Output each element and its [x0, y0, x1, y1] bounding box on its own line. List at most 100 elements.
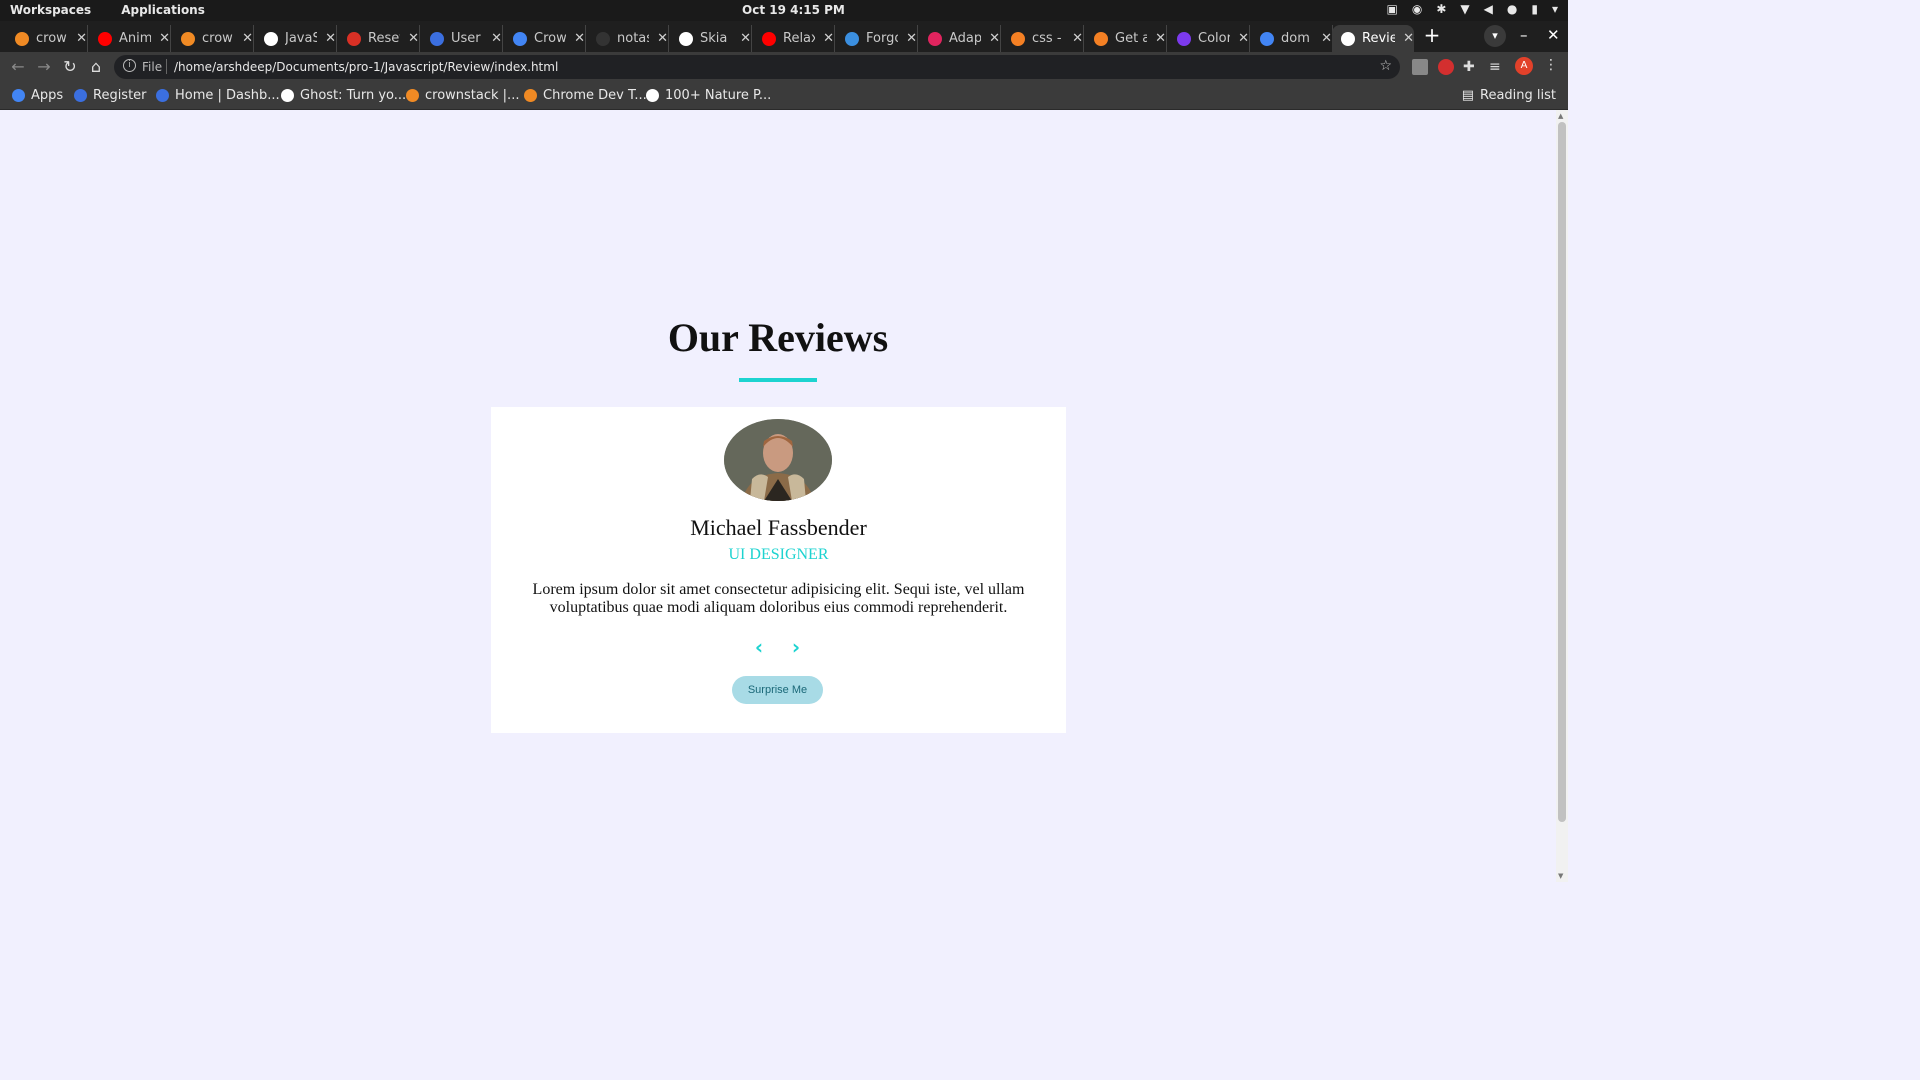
bookmark-item[interactable]: Home | Dashb...: [156, 88, 280, 103]
review-card: Michael Fassbender UI DESIGNER Lorem ips…: [491, 407, 1066, 733]
back-icon[interactable]: ←: [8, 57, 28, 77]
home-icon[interactable]: ⌂: [86, 57, 106, 77]
bookmark-label: crownstack |...: [425, 88, 520, 103]
battery-icon[interactable]: ▮: [1531, 2, 1538, 16]
browser-tab[interactable]: Relax ✕: [753, 25, 835, 52]
menu-kebab-icon[interactable]: ⋮: [1544, 57, 1558, 73]
close-tab-icon[interactable]: ✕: [823, 31, 834, 46]
browser-tab[interactable]: css - ✕: [1002, 25, 1084, 52]
reading-list-button[interactable]: ▤ Reading list: [1462, 88, 1556, 103]
chevron-left-icon[interactable]: ‹: [749, 636, 769, 658]
crownstack-icon: [181, 31, 195, 46]
browser-tab[interactable]: Reset ✕: [338, 25, 420, 52]
tab-search-button[interactable]: ▾: [1484, 25, 1506, 47]
chevron-right-icon[interactable]: ›: [786, 636, 806, 658]
bookmark-item[interactable]: Chrome Dev T...: [524, 88, 647, 103]
tab-title: Skia: [700, 31, 728, 46]
youtube-icon: [762, 31, 776, 46]
browser-tab[interactable]: Revie ✕: [1332, 25, 1414, 52]
slack-icon[interactable]: ✱: [1436, 2, 1446, 16]
browser-tab[interactable]: Color ✕: [1168, 25, 1250, 52]
close-tab-icon[interactable]: ✕: [1072, 31, 1083, 46]
close-tab-icon[interactable]: ✕: [159, 31, 170, 46]
bookmark-item[interactable]: Apps: [12, 88, 63, 103]
browser-tab[interactable]: crow ✕: [172, 25, 254, 52]
close-tab-icon[interactable]: ✕: [491, 31, 502, 46]
bookmark-label: Home | Dashb...: [175, 88, 280, 103]
browser-tab[interactable]: dom ✕: [1251, 25, 1333, 52]
browser-tab[interactable]: crow ✕: [6, 25, 88, 52]
extension-icon[interactable]: [1412, 59, 1428, 75]
puzzle-icon[interactable]: ✚: [1463, 59, 1479, 75]
tab-title: crow: [36, 31, 67, 46]
browser-tab[interactable]: Skia ✕: [670, 25, 752, 52]
close-window-icon[interactable]: ✕: [1547, 26, 1560, 44]
close-tab-icon[interactable]: ✕: [989, 31, 1000, 46]
discord-icon[interactable]: ◉: [1412, 2, 1422, 16]
browser-tab[interactable]: Forgo ✕: [836, 25, 918, 52]
system-tray[interactable]: ▣ ◉ ✱ ▼ ◀ ● ▮ ▾: [1387, 2, 1558, 16]
close-tab-icon[interactable]: ✕: [740, 31, 751, 46]
new-tab-button[interactable]: +: [1420, 25, 1444, 47]
extension-record-icon[interactable]: [1438, 59, 1454, 75]
page-scrollbar[interactable]: ▲ ▼: [1556, 110, 1568, 882]
screen-share-icon[interactable]: ▣: [1387, 2, 1398, 16]
bookmark-star-icon[interactable]: ☆: [1379, 58, 1392, 74]
info-icon[interactable]: i: [123, 59, 136, 72]
browser-tab[interactable]: Crow ✕: [504, 25, 586, 52]
close-tab-icon[interactable]: ✕: [1238, 31, 1249, 46]
minimize-icon[interactable]: –: [1520, 26, 1528, 44]
crownstack-icon: [15, 31, 29, 46]
unsplash-icon: [646, 89, 659, 102]
crownstack-icon: [524, 89, 537, 102]
profile-avatar[interactable]: A: [1515, 57, 1533, 75]
browser-tab[interactable]: Anim ✕: [89, 25, 171, 52]
close-tab-icon[interactable]: ✕: [906, 31, 917, 46]
youtube-icon: [98, 31, 112, 46]
forward-icon[interactable]: →: [34, 57, 54, 77]
scroll-down-icon[interactable]: ▼: [1558, 872, 1563, 880]
close-tab-icon[interactable]: ✕: [1403, 31, 1414, 46]
bookmark-label: Register: [93, 88, 147, 103]
browser-tab[interactable]: User ✕: [421, 25, 503, 52]
bookmark-item[interactable]: Ghost: Turn yo...: [281, 88, 406, 103]
browser-tab[interactable]: JavaS ✕: [255, 25, 337, 52]
wifi-icon[interactable]: ▼: [1460, 2, 1469, 16]
surprise-me-button[interactable]: Surprise Me: [732, 676, 823, 704]
close-tab-icon[interactable]: ✕: [1321, 31, 1332, 46]
system-top-bar: Workspaces Applications Oct 19 4:15 PM ▣…: [0, 0, 1568, 21]
reload-icon[interactable]: ↻: [60, 57, 80, 77]
bookmark-item[interactable]: 100+ Nature P...: [646, 88, 771, 103]
tab-title: Color: [1198, 31, 1231, 46]
bookmark-item[interactable]: Register: [74, 88, 147, 103]
tab-title: Reset: [368, 31, 400, 46]
applications-menu[interactable]: Applications: [121, 3, 205, 17]
browser-tab[interactable]: Adap ✕: [919, 25, 1001, 52]
browser-tab[interactable]: Get a ✕: [1085, 25, 1167, 52]
workspaces-menu[interactable]: Workspaces: [10, 3, 91, 17]
bookmark-label: Ghost: Turn yo...: [300, 88, 407, 103]
bookmark-icon: [264, 31, 278, 46]
close-tab-icon[interactable]: ✕: [574, 31, 585, 46]
scroll-up-icon[interactable]: ▲: [1558, 112, 1563, 120]
system-clock[interactable]: Oct 19 4:15 PM: [742, 3, 845, 17]
close-tab-icon[interactable]: ✕: [1155, 31, 1166, 46]
ghost-icon: [281, 89, 294, 102]
scrollbar-thumb[interactable]: [1558, 122, 1566, 822]
bookmark-item[interactable]: crownstack |...: [406, 88, 519, 103]
microphone-icon[interactable]: ●: [1507, 2, 1517, 16]
browser-tab[interactable]: notas ✕: [587, 25, 669, 52]
calendar-icon: [513, 31, 527, 46]
tab-title: dom: [1281, 31, 1310, 46]
close-tab-icon[interactable]: ✕: [325, 31, 336, 46]
close-tab-icon[interactable]: ✕: [657, 31, 668, 46]
media-control-icon[interactable]: ≡: [1489, 59, 1505, 75]
volume-icon[interactable]: ◀: [1484, 2, 1493, 16]
close-tab-icon[interactable]: ✕: [242, 31, 253, 46]
chevron-down-icon[interactable]: ▾: [1552, 2, 1558, 16]
close-tab-icon[interactable]: ✕: [408, 31, 419, 46]
close-tab-icon[interactable]: ✕: [76, 31, 87, 46]
address-bar[interactable]: i File /home/arshdeep/Documents/pro-1/Ja…: [114, 55, 1400, 79]
browser-toolbar: ← → ↻ ⌂ i File /home/arshdeep/Documents/…: [0, 52, 1568, 82]
url-text[interactable]: /home/arshdeep/Documents/pro-1/Javascrip…: [174, 60, 558, 74]
